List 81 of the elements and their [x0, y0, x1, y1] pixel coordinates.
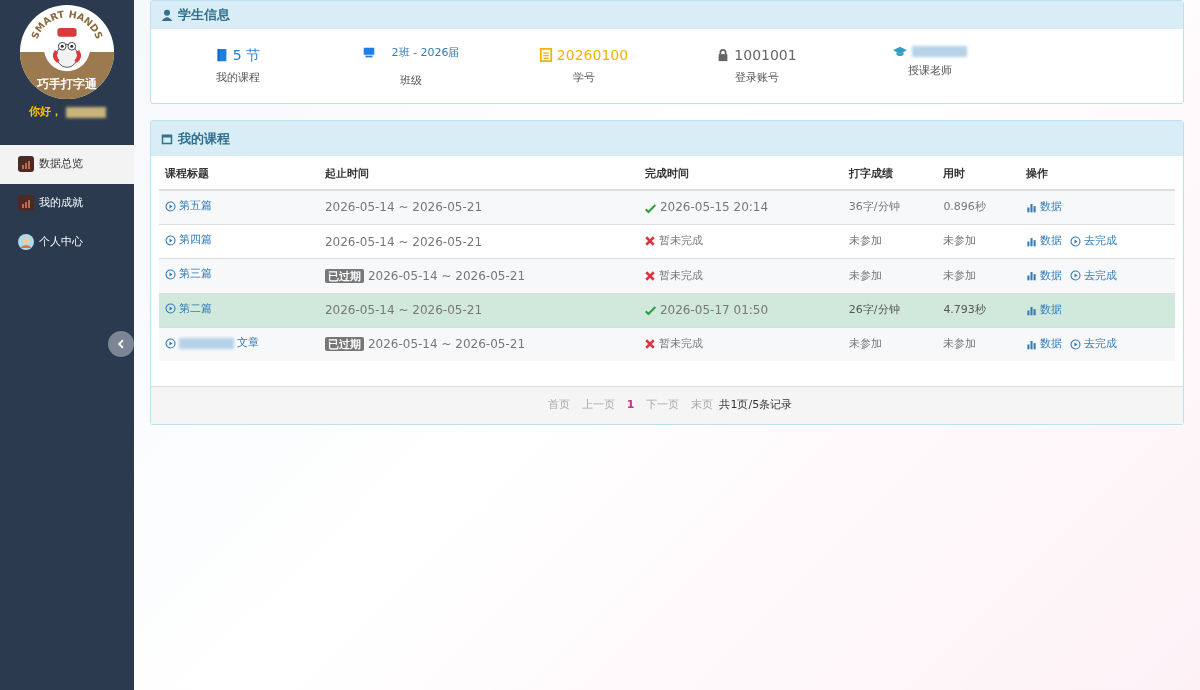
- play-icon: [1069, 270, 1081, 282]
- stat-label: 学号: [571, 69, 596, 85]
- table-cell: 未参加: [842, 327, 938, 361]
- stat-value: 5 节: [232, 45, 261, 65]
- bar-chart-icon: [1025, 236, 1037, 248]
- play-icon: [1069, 338, 1081, 350]
- table-cell: 26字/分钟: [842, 293, 938, 328]
- bar-chart-icon: [1025, 201, 1037, 213]
- play-icon: [165, 269, 176, 280]
- play-icon: [165, 200, 176, 212]
- calendar-icon: [161, 132, 173, 145]
- panel-title: 学生信息: [178, 6, 230, 24]
- table-cell: 未参加: [937, 327, 1020, 361]
- data-link[interactable]: 数据: [1025, 336, 1062, 353]
- chart-icon: [18, 195, 34, 211]
- table-cell: 0.896秒: [937, 189, 1020, 225]
- chevron-left-icon: [116, 339, 126, 349]
- date-range: 2026-05-14 ~ 2026-05-21: [324, 234, 483, 249]
- course-link[interactable]: 第五篇: [165, 197, 212, 215]
- logo-text: 巧手打字通: [37, 76, 97, 91]
- date-range: 2026-05-14 ~ 2026-05-21: [367, 337, 526, 352]
- stat-label: 我的课程: [214, 69, 261, 85]
- play-icon: [165, 234, 176, 246]
- completion-time: 暂未完成: [658, 337, 703, 351]
- document-icon: [538, 48, 553, 62]
- bar-chart-icon: [1025, 270, 1037, 282]
- data-link[interactable]: 数据: [1025, 301, 1062, 319]
- page-link[interactable]: 1: [620, 397, 641, 414]
- bar-chart-icon: [1025, 338, 1037, 350]
- stat-label: 登录账号: [733, 69, 780, 85]
- bar-chart-icon: [1025, 304, 1037, 316]
- date-range: 2026-05-14 ~ 2026-05-21: [324, 200, 483, 215]
- stat-label: 班级: [398, 73, 423, 88]
- monitor-icon: [361, 45, 376, 60]
- avatar-icon: [18, 234, 34, 250]
- table-cell: 36字/分钟: [842, 189, 938, 225]
- collapse-button[interactable]: [108, 331, 134, 357]
- sidebar-item[interactable]: 我的成就: [0, 183, 134, 223]
- user-icon: [161, 8, 173, 21]
- column-header: 课程标题: [159, 156, 319, 190]
- table-cell: 4.793秒: [937, 293, 1020, 328]
- completion-time: 暂未完成: [658, 234, 703, 248]
- data-link[interactable]: 数据: [1025, 199, 1062, 216]
- course-link[interactable]: 第四篇: [165, 232, 212, 249]
- column-header: 用时: [937, 156, 1020, 190]
- data-link[interactable]: 数据: [1025, 233, 1062, 250]
- redacted-name: [912, 46, 967, 57]
- completion-time: 2026-05-15 20:14: [659, 200, 769, 215]
- redacted-name: [65, 106, 106, 118]
- panel-title: 我的课程: [178, 129, 230, 148]
- greeting-text: 你好，: [28, 104, 62, 120]
- stat-value: 2班 - 2026届: [391, 44, 460, 61]
- complete-link[interactable]: 去完成: [1069, 336, 1117, 353]
- play-icon: [165, 337, 176, 349]
- column-header: 起止时间: [318, 156, 639, 190]
- column-header: 操作: [1019, 156, 1175, 190]
- complete-link[interactable]: 去完成: [1069, 267, 1117, 285]
- expired-badge: 已过期: [324, 268, 364, 283]
- course-link[interactable]: 第二篇: [165, 300, 212, 317]
- stat-value: 20260100: [556, 45, 629, 65]
- play-icon: [165, 303, 176, 315]
- graduation-cap-icon: [892, 44, 908, 59]
- date-range: 2026-05-14 ~ 2026-05-21: [324, 303, 483, 318]
- expired-badge: 已过期: [324, 337, 364, 352]
- stat-label: 授课老师: [906, 62, 953, 78]
- data-link[interactable]: 数据: [1025, 267, 1062, 285]
- chart-icon: [18, 156, 34, 172]
- sidebar-item[interactable]: 数据总览: [0, 144, 134, 184]
- date-range: 2026-05-14 ~ 2026-05-21: [367, 268, 526, 283]
- table-cell: 未参加: [937, 258, 1020, 293]
- course-link[interactable]: 第三篇: [165, 266, 212, 283]
- complete-link[interactable]: 去完成: [1069, 233, 1117, 250]
- play-icon: [1069, 236, 1081, 248]
- column-header: 完成时间: [638, 156, 843, 190]
- stat-value: 1001001: [734, 45, 797, 65]
- table-cell: 未参加: [842, 258, 938, 293]
- completion-time: 暂未完成: [658, 268, 703, 282]
- column-header: 打字成绩: [842, 156, 938, 190]
- sidebar-item[interactable]: 个人中心: [0, 222, 134, 262]
- page-summary: 共1页/5条记录: [719, 397, 793, 414]
- completion-time: 2026-05-17 01:50: [659, 302, 769, 317]
